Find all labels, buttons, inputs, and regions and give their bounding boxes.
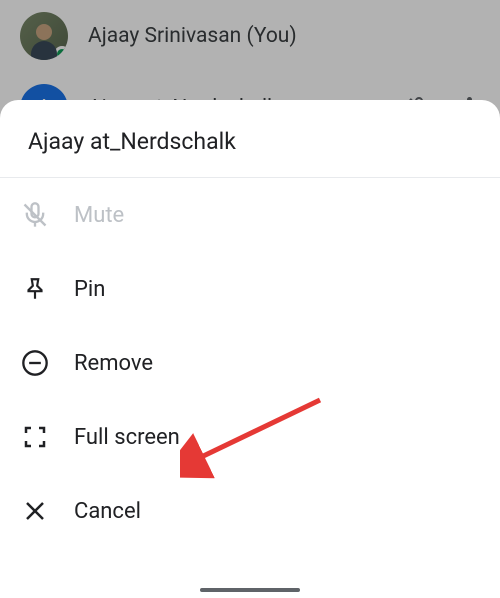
menu-label: Remove bbox=[74, 351, 153, 376]
menu-item-cancel[interactable]: Cancel bbox=[0, 474, 500, 548]
menu-item-fullscreen[interactable]: Full screen bbox=[0, 400, 500, 474]
menu-label: Mute bbox=[74, 203, 124, 228]
menu-label: Full screen bbox=[74, 425, 180, 450]
menu-label: Cancel bbox=[74, 499, 141, 524]
menu-item-remove[interactable]: Remove bbox=[0, 326, 500, 400]
gesture-handle[interactable] bbox=[200, 588, 300, 592]
bottom-sheet: Ajaay at_Nerdschalk Mute Pin bbox=[0, 100, 500, 598]
remove-icon bbox=[20, 348, 50, 378]
close-icon bbox=[20, 496, 50, 526]
mute-icon bbox=[20, 200, 50, 230]
menu-label: Pin bbox=[74, 277, 105, 302]
menu-item-mute: Mute bbox=[0, 178, 500, 252]
menu-item-pin[interactable]: Pin bbox=[0, 252, 500, 326]
fullscreen-icon bbox=[20, 422, 50, 452]
pin-icon bbox=[20, 274, 50, 304]
sheet-title: Ajaay at_Nerdschalk bbox=[0, 100, 500, 178]
